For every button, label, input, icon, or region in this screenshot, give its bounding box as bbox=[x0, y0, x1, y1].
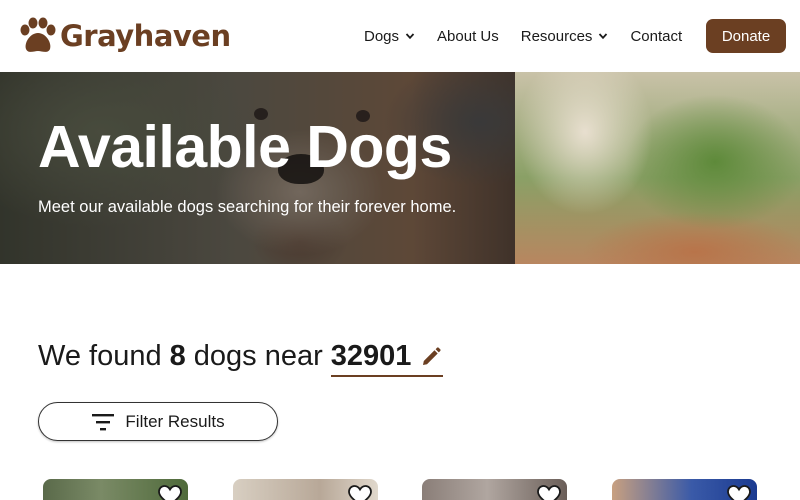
brand-name: Grayhaven bbox=[60, 19, 231, 53]
nav-item-dogs[interactable]: Dogs bbox=[364, 28, 415, 45]
dog-card[interactable] bbox=[233, 479, 378, 500]
nav-item-resources[interactable]: Resources bbox=[521, 28, 609, 45]
chevron-down-icon bbox=[405, 33, 415, 40]
nav-item-label: Dogs bbox=[364, 27, 400, 45]
nav-item-label: Contact bbox=[630, 27, 683, 45]
nav-item-about-us[interactable]: About Us bbox=[437, 28, 499, 45]
paw-icon bbox=[20, 17, 56, 52]
filter-icon bbox=[92, 413, 115, 430]
dog-card[interactable] bbox=[43, 479, 188, 500]
heart-icon[interactable] bbox=[158, 485, 182, 500]
nav-item-contact[interactable]: Contact bbox=[630, 28, 682, 45]
zip-code-editor[interactable]: 32901 bbox=[330, 340, 444, 377]
nav-item-label: About Us bbox=[437, 27, 499, 45]
results-prefix: We found bbox=[38, 340, 162, 372]
filter-label: Filter Results bbox=[125, 411, 225, 431]
dog-card[interactable] bbox=[422, 479, 567, 500]
nav-item-label: Resources bbox=[520, 27, 593, 45]
filter-results-button[interactable]: Filter Results bbox=[38, 402, 278, 441]
heart-icon[interactable] bbox=[537, 485, 561, 500]
main-nav: Dogs About Us Resources Contact bbox=[364, 18, 704, 54]
zip-code: 32901 bbox=[330, 340, 412, 372]
results-middle: dogs near bbox=[193, 340, 323, 372]
chevron-down-icon bbox=[599, 33, 608, 40]
page-title: Available Dogs bbox=[38, 114, 452, 180]
pencil-icon[interactable] bbox=[419, 345, 443, 369]
donate-button[interactable]: Donate bbox=[706, 19, 786, 53]
results-summary: We found 8 dogs near 32901 bbox=[38, 340, 444, 377]
logo[interactable]: Grayhaven bbox=[18, 16, 231, 56]
hero-subtitle: Meet our available dogs searching for th… bbox=[38, 198, 457, 216]
heart-icon[interactable] bbox=[348, 485, 372, 500]
hero-image-background bbox=[515, 72, 800, 264]
dog-card[interactable] bbox=[612, 479, 757, 500]
heart-icon[interactable] bbox=[727, 485, 751, 500]
results-count: 8 bbox=[169, 340, 186, 372]
site-header: Grayhaven Dogs About Us Resources Contac… bbox=[0, 0, 800, 72]
